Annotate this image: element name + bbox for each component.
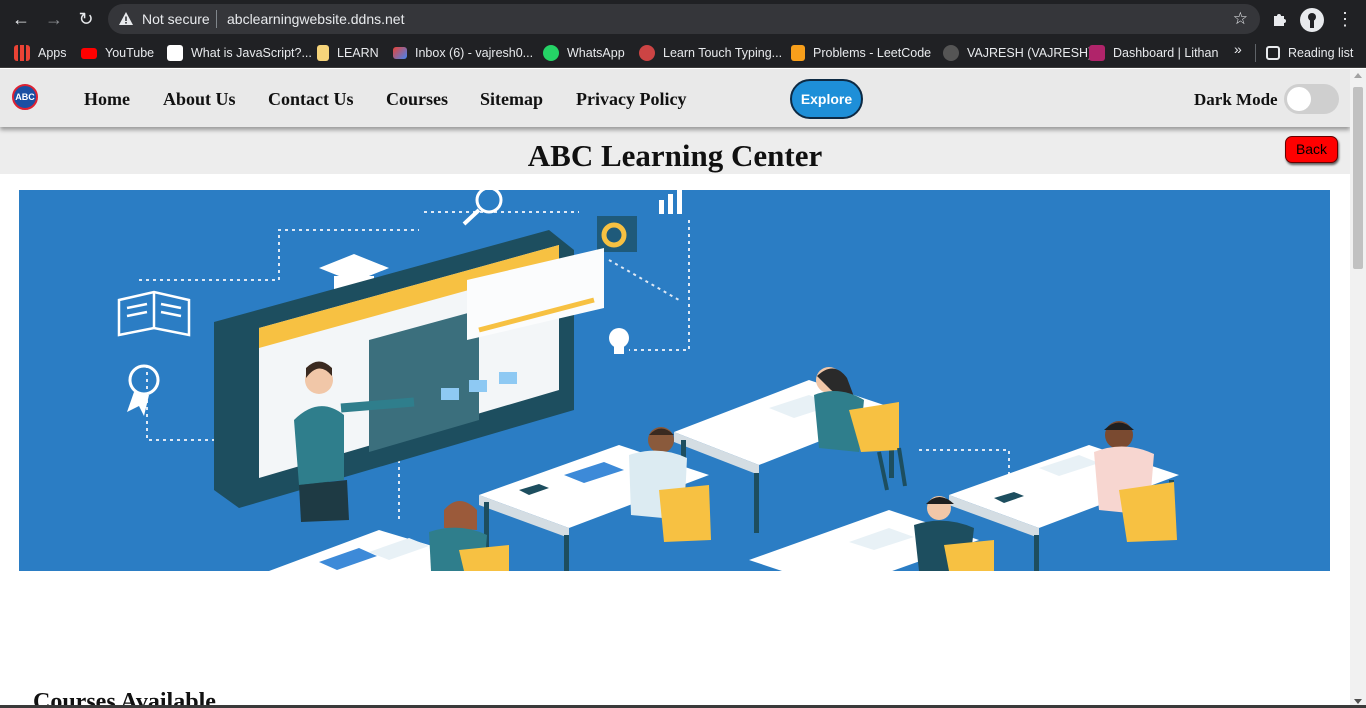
folder-icon [317, 45, 329, 61]
bookmark-inbox[interactable]: Inbox (6) - vajresh0... [393, 44, 533, 62]
reading-list[interactable]: Reading list [1266, 44, 1353, 62]
youtube-icon [81, 47, 97, 59]
forward-arrow-icon[interactable]: → [42, 7, 66, 31]
browser-toolbar: ← → ↻ Not secure abclearningwebsite.ddns… [0, 0, 1366, 38]
page-title: ABC Learning Center [527, 138, 823, 173]
gmail-icon [393, 47, 407, 59]
whatsapp-icon [543, 45, 559, 61]
security-label[interactable]: Not secure [142, 11, 210, 27]
bookmark-label: VAJRESH (VAJRESH) [967, 46, 1093, 60]
reading-list-label: Reading list [1288, 46, 1354, 60]
bookmark-label: Dashboard | Lithan [1113, 46, 1219, 60]
address-bar[interactable]: Not secure abclearningwebsite.ddns.net ☆ [108, 4, 1260, 34]
omnibox-divider [216, 10, 217, 28]
reload-icon[interactable]: ↻ [74, 7, 98, 31]
nav-link-home[interactable]: Home [84, 88, 130, 110]
toggle-knob [1287, 87, 1311, 111]
bookmark-apps[interactable]: Apps [14, 44, 67, 62]
page-viewport: ABC Home About Us Contact Us Courses Sit… [0, 69, 1350, 708]
bookmark-label: Problems - LeetCode [813, 46, 932, 60]
bookmark-label: Learn Touch Typing... [663, 46, 783, 60]
bookmark-label: What is JavaScript?... [191, 46, 312, 60]
scrollbar-thumb[interactable] [1353, 87, 1363, 269]
bookmark-label: LEARN [337, 46, 379, 60]
logo-text: ABC [15, 92, 35, 102]
classroom-illustration [117, 190, 1179, 571]
bookmark-javascript[interactable]: What is JavaScript?... [167, 44, 312, 62]
bookmark-star-icon[interactable]: ☆ [1233, 9, 1248, 29]
nav-link-about-us[interactable]: About Us [163, 88, 236, 110]
url-text[interactable]: abclearningwebsite.ddns.net [227, 11, 404, 27]
leetcode-icon [791, 45, 805, 61]
back-button[interactable]: Back [1285, 136, 1338, 163]
bookmark-whatsapp[interactable]: WhatsApp [543, 44, 625, 62]
bookmarks-overflow-icon[interactable]: » [1234, 41, 1242, 57]
bookmark-leetcode[interactable]: Problems - LeetCode [791, 44, 931, 62]
profile-avatar-icon[interactable] [1300, 8, 1324, 32]
bookmarks-divider [1255, 44, 1256, 62]
typing-site-icon [639, 45, 655, 61]
bookmark-learn[interactable]: LEARN [317, 44, 379, 62]
back-arrow-icon[interactable]: ← [9, 7, 33, 31]
nav-link-contact-us[interactable]: Contact Us [268, 88, 354, 110]
nav-link-courses[interactable]: Courses [386, 88, 448, 110]
warning-icon[interactable] [118, 11, 134, 27]
dark-mode-toggle[interactable] [1284, 84, 1339, 114]
scroll-down-arrow-icon[interactable] [1354, 699, 1362, 704]
bookmark-lithan[interactable]: Dashboard | Lithan [1089, 44, 1218, 62]
reading-list-icon [1266, 46, 1280, 60]
bookmark-label: Inbox (6) - vajresh0... [415, 46, 534, 60]
explore-button[interactable]: Explore [790, 79, 863, 119]
hero-illustration [19, 190, 1330, 571]
extensions-puzzle-icon[interactable] [1270, 9, 1290, 29]
bookmarks-bar: Apps YouTube What is JavaScript?... LEAR… [0, 38, 1366, 68]
browser-menu-icon[interactable]: ⋮ [1336, 9, 1354, 29]
apps-grid-icon [14, 45, 30, 61]
bookmark-typing[interactable]: Learn Touch Typing... [639, 44, 782, 62]
bookmark-label: Apps [38, 46, 67, 60]
lithan-icon [1089, 45, 1105, 61]
github-icon [943, 45, 959, 61]
nav-link-privacy-policy[interactable]: Privacy Policy [576, 88, 686, 110]
javascript-site-icon [167, 45, 183, 61]
bookmark-github[interactable]: VAJRESH (VAJRESH) [943, 44, 1092, 62]
scroll-up-arrow-icon[interactable] [1354, 73, 1362, 78]
dark-mode-label: Dark Mode [1194, 90, 1278, 109]
bookmark-label: YouTube [105, 46, 155, 60]
site-logo[interactable]: ABC [12, 84, 38, 110]
nav-link-sitemap[interactable]: Sitemap [480, 88, 543, 110]
bookmark-label: WhatsApp [567, 46, 625, 60]
bookmark-youtube[interactable]: YouTube [81, 44, 154, 62]
site-navbar: ABC Home About Us Contact Us Courses Sit… [0, 69, 1350, 127]
page-scrollbar[interactable] [1350, 69, 1366, 708]
